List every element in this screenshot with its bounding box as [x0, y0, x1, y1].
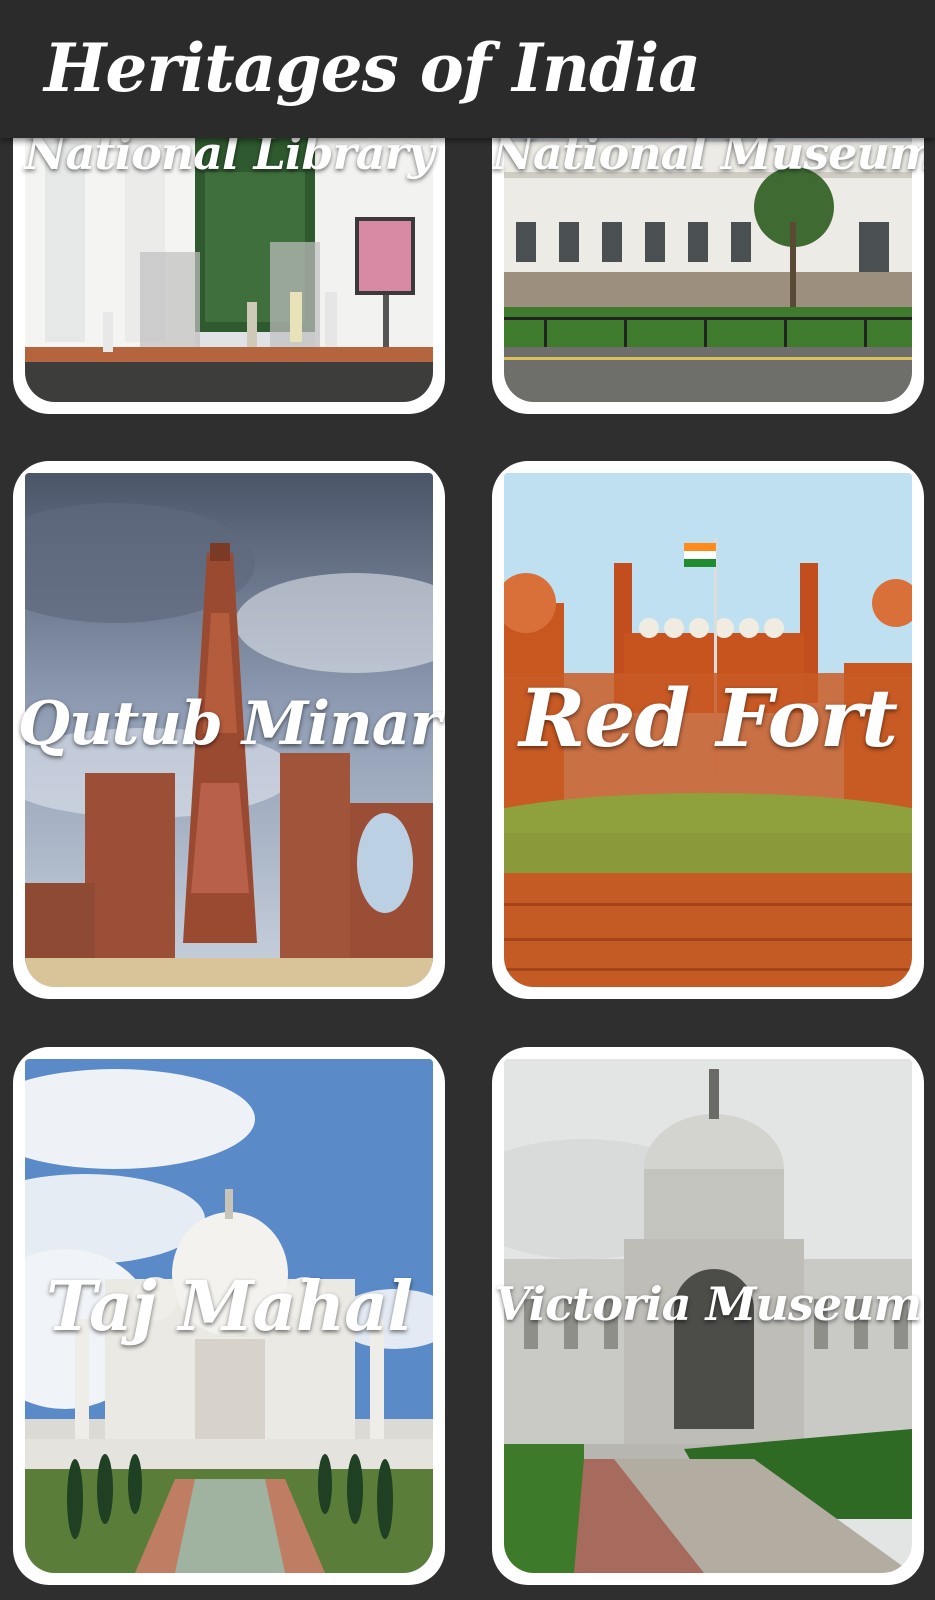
app-title: Heritages of India — [44, 29, 701, 107]
heritage-card-red-fort[interactable]: Red Fort — [492, 461, 924, 999]
heritage-card-title: Red Fort — [518, 671, 898, 765]
app-screen: National Library National Museum Qutub M… — [0, 0, 935, 1600]
app-bar: Heritages of India — [0, 0, 935, 138]
heritage-card-national-museum[interactable]: National Museum — [492, 100, 924, 414]
heritage-card-title: Victoria Museum — [494, 1277, 922, 1331]
heritage-card-taj-mahal[interactable]: Taj Mahal — [13, 1047, 445, 1585]
heritage-card-title: Qutub Minar — [17, 689, 441, 759]
heritage-card-victoria-museum[interactable]: Victoria Museum — [492, 1047, 924, 1585]
heritage-card-qutub-minar[interactable]: Qutub Minar — [13, 461, 445, 999]
heritage-card-title: Taj Mahal — [45, 1267, 413, 1347]
heritage-grid[interactable]: National Library National Museum Qutub M… — [0, 0, 935, 1600]
heritage-card-national-library[interactable]: National Library — [13, 100, 445, 414]
